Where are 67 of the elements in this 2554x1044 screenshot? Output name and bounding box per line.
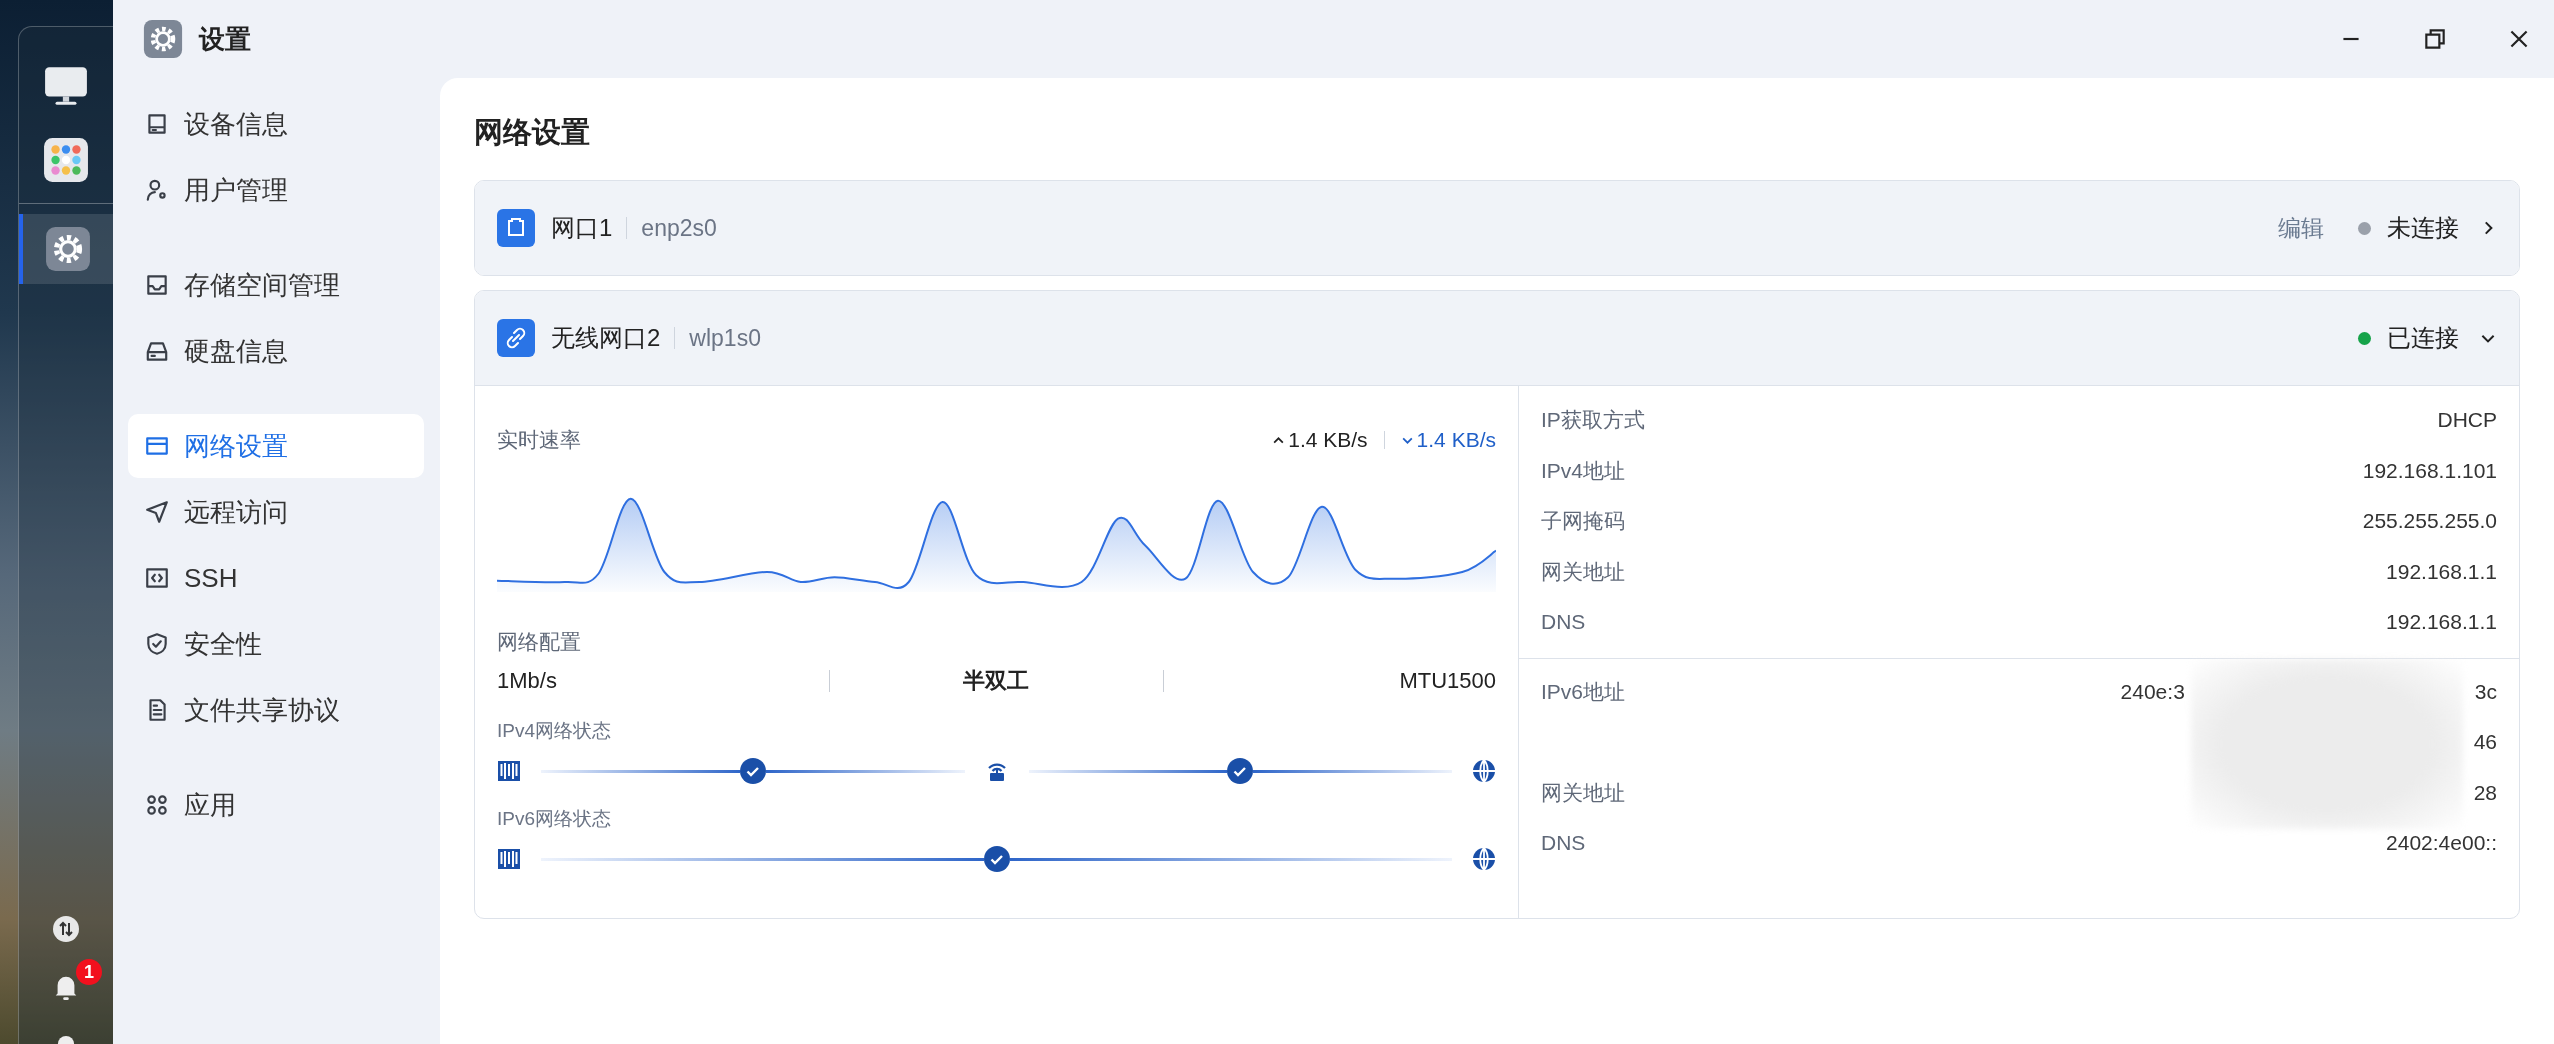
config-value: MTU1500 [1398,668,1496,694]
maximize-icon[interactable] [2422,26,2448,52]
field-value: 192.168.1.101 [2362,458,2497,483]
send-icon [144,499,170,525]
connection-status: 未连接 [2387,213,2459,243]
globe-icon [1472,847,1496,871]
sidebar-item[interactable]: 网络设置 [128,414,424,478]
sidebar-item[interactable]: 远程访问 [128,480,424,544]
tray-icon [144,272,170,298]
grid-icon [144,792,170,818]
sidebar-item[interactable]: SSH [128,546,424,610]
active-app-slot[interactable] [19,214,113,284]
edit-link[interactable]: 编辑 [2278,212,2324,244]
section-label: 网络配置 [497,629,582,655]
config-value: 半双工 [962,667,1031,695]
window-title: 设置 [199,22,251,56]
sidebar-item[interactable]: 用户管理 [128,158,424,222]
gear-icon [143,19,183,59]
check-icon [1227,758,1254,784]
sidebar-item[interactable]: 存储空间管理 [128,253,424,317]
link-icon [497,319,535,357]
device-name: wlp1s0 [689,324,761,352]
field-label: DNS [1541,831,1586,856]
field-label: IPv4地址 [1541,457,1626,484]
field-label: IP获取方式 [1541,407,1645,434]
config-value: 1Mb/s [497,668,558,694]
sidebar-item[interactable]: 应用 [128,773,424,837]
field-label: 网关地址 [1541,779,1625,806]
interface-name: 网口1 [551,213,613,243]
page-title: 网络设置 [474,115,591,150]
field-value: 28 [2473,780,2497,805]
device-name: enp2s0 [641,214,717,242]
field-value: 46 [2473,730,2497,755]
upload-speed: 1.4 KB/s [1288,428,1368,452]
field-value: 3c [2474,679,2497,704]
check-icon [739,758,766,784]
server-icon [497,759,521,783]
field-value: 2402:4e00:: [2386,831,2497,856]
field-label: DNS [1541,610,1586,635]
connection-status: 已连接 [2387,323,2459,353]
sidebar-item[interactable]: 安全性 [128,612,424,676]
field-value: 255.255.255.0 [2362,509,2497,534]
field-value: DHCP [2437,408,2497,433]
sidebar-item[interactable]: 设备信息 [128,92,424,156]
field-value: 240e:3 [2120,679,2185,704]
field-value: 192.168.1.1 [2386,610,2497,635]
notification-badge: 1 [76,959,102,985]
gear-icon [45,226,91,272]
section-label: 实时速率 [497,427,581,453]
interface-name: 无线网口2 [551,323,661,353]
field-value: 192.168.1.1 [2386,559,2497,584]
shield-icon [144,631,170,657]
status-title: IPv6网络状态 [497,807,613,831]
field-label: 网关地址 [1541,558,1625,585]
field-label: IPv6地址 [1541,678,1626,705]
check-icon [983,846,1010,872]
app-grid-icon[interactable] [43,137,89,183]
sidebar-item[interactable]: 硬盘信息 [128,319,424,383]
download-speed: 1.4 KB/s [1416,428,1496,452]
server-icon [497,847,521,871]
globe-icon [1472,759,1496,783]
sidebar-item[interactable]: 文件共享协议 [128,678,424,742]
transfer-icon[interactable] [52,915,80,943]
code-icon [144,565,170,591]
status-title: IPv4网络状态 [497,719,613,743]
ethernet-port-icon [497,209,535,247]
field-label: 子网掩码 [1541,508,1625,535]
